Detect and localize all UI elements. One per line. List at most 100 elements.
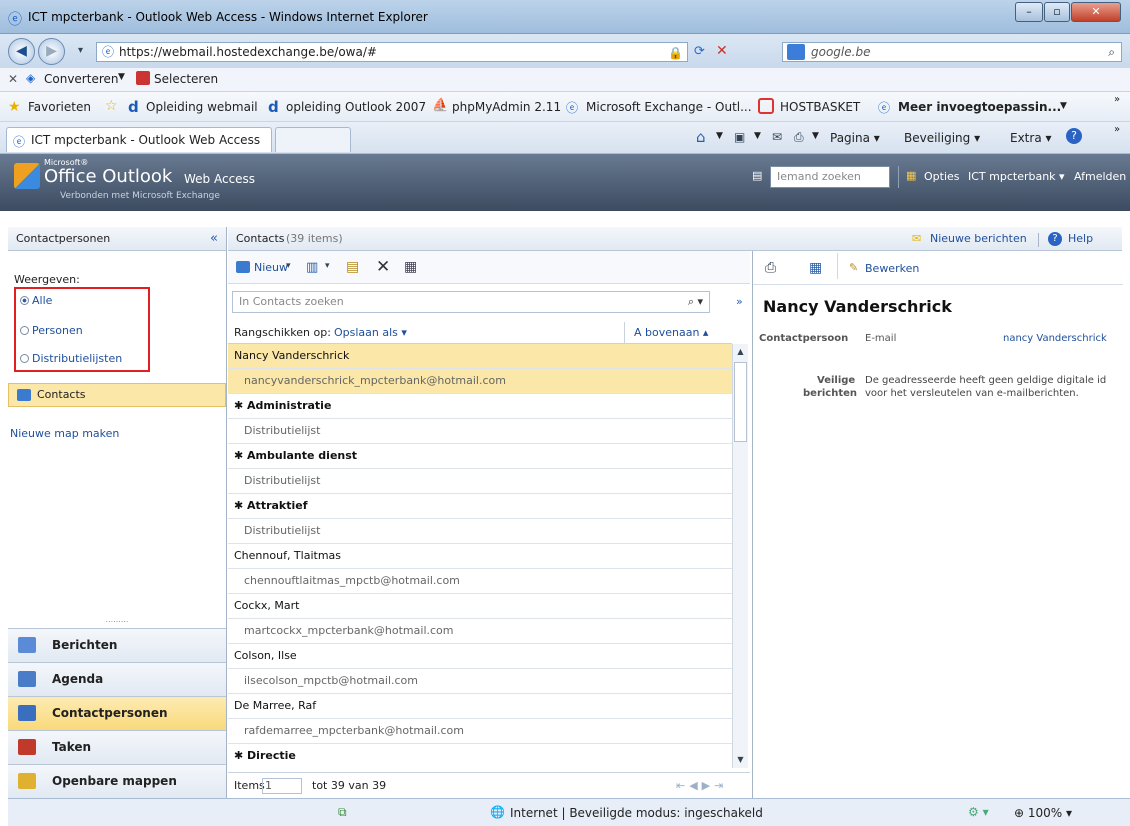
view-option-persons[interactable]: Personen <box>20 324 83 337</box>
new-tab-button[interactable] <box>275 127 351 152</box>
contact-detail-row[interactable]: martcockx_mpcterbank@hotmail.com <box>228 619 732 644</box>
find-someone-input[interactable]: Iemand zoeken <box>770 166 890 188</box>
favorite-link-6[interactable]: Meer invoegtoepassin... <box>898 100 1061 114</box>
tab-owa[interactable]: ⓔ ICT mpcterbank - Outlook Web Access <box>6 127 272 152</box>
close-button[interactable]: ✕ <box>1071 2 1121 22</box>
address-input[interactable]: ⓔ https://webmail.hostedexchange.be/owa/… <box>96 42 688 62</box>
close-toolbar-icon[interactable]: ✕ <box>8 72 18 86</box>
folder-contacts[interactable]: Contacts <box>8 383 226 407</box>
security-menu[interactable]: Beveiliging ▾ <box>904 131 980 145</box>
contact-detail-row[interactable]: Distributielijst <box>228 519 732 544</box>
nav-calendar[interactable]: Agenda <box>8 662 226 696</box>
browser-search-input[interactable]: google.be ⌕ <box>782 42 1122 62</box>
distribution-list-row[interactable]: ✱ Ambulante dienst <box>228 444 732 469</box>
favorite-link-4[interactable]: Microsoft Exchange - Outl... <box>586 100 752 114</box>
contacts-search-input[interactable]: In Contacts zoeken ⌕ ▾ <box>232 291 710 313</box>
contact-row[interactable]: Colson, Ilse <box>228 644 732 669</box>
back-button[interactable]: ◀ <box>8 38 35 65</box>
stop-icon[interactable]: ✕ <box>716 43 728 59</box>
contact-detail-row[interactable]: chennouftlaitmas_mpctb@hotmail.com <box>228 569 732 594</box>
lock-icon[interactable]: 🔒 <box>668 44 683 62</box>
signout-link[interactable]: Afmelden <box>1074 170 1126 183</box>
distribution-list-row[interactable]: ✱ Administratie <box>228 394 732 419</box>
contact-detail-row[interactable]: rafdemarree_mpcterbank@hotmail.com <box>228 719 732 744</box>
minimize-button[interactable]: – <box>1015 2 1043 22</box>
view-option-distlists[interactable]: Distributielijsten <box>20 352 122 365</box>
contact-row[interactable]: Chennouf, Tlaitmas <box>228 544 732 569</box>
feeds-icon[interactable]: ▣ <box>734 130 745 144</box>
page-menu[interactable]: Pagina ▾ <box>830 131 880 145</box>
list-scrollbar[interactable]: ▲ ▼ <box>732 344 748 768</box>
favorite-link-3[interactable]: phpMyAdmin 2.11 <box>452 100 561 114</box>
collapse-pane-icon[interactable]: « <box>210 227 218 251</box>
refresh-icon[interactable]: ⟳ <box>694 44 705 59</box>
help-link[interactable]: Help <box>1068 227 1093 251</box>
pager-nav-icons[interactable]: ⇤◀▶⇥ <box>676 773 727 799</box>
convert-button[interactable]: Converteren <box>44 72 119 86</box>
favorite-link-2[interactable]: opleiding Outlook 2007 <box>286 100 426 114</box>
nav-tasks[interactable]: Taken <box>8 730 226 764</box>
more-chevron-icon[interactable]: » <box>1114 124 1120 135</box>
forward-button[interactable]: ▶ <box>38 38 65 65</box>
search-icon[interactable]: ⌕ ▾ <box>688 292 703 312</box>
new-messages-link[interactable]: Nieuwe berichten <box>930 227 1027 251</box>
contact-detail-row[interactable]: Distributielijst <box>228 419 732 444</box>
contact-detail-row[interactable]: Distributielijst <box>228 469 732 494</box>
scroll-thumb[interactable] <box>734 362 747 442</box>
address-book-icon[interactable]: ▦ <box>404 259 417 275</box>
contact-row[interactable]: Nancy Vanderschrick <box>228 344 732 369</box>
protected-mode-icon[interactable]: ⚙ ▾ <box>968 805 989 819</box>
scroll-down-icon[interactable]: ▼ <box>733 752 748 768</box>
feeds-dropdown-icon[interactable]: ▼ <box>754 131 761 141</box>
favorite-link-1[interactable]: Opleiding webmail <box>146 100 258 114</box>
sort-field-dropdown[interactable]: Opslaan als ▾ <box>334 322 407 344</box>
contact-detail-row[interactable]: nancyvanderschrick_mpcterbank@hotmail.co… <box>228 369 732 394</box>
calendar-icon[interactable]: ▦ <box>809 260 822 276</box>
help-icon[interactable]: ? <box>1066 128 1082 144</box>
view-option-all[interactable]: Alle <box>20 294 52 307</box>
extra-menu[interactable]: Extra ▾ <box>1010 131 1052 145</box>
history-dropdown-icon[interactable]: ▾ <box>78 45 83 56</box>
contact-row[interactable]: Cockx, Mart <box>228 594 732 619</box>
delete-icon[interactable]: ✕ <box>376 257 390 277</box>
sort-order-toggle[interactable]: A bovenaan ▴ <box>634 322 708 344</box>
address-book-icon[interactable]: ▤ <box>752 169 762 182</box>
layout-dropdown-icon[interactable]: ▾ <box>325 261 330 271</box>
new-folder-link[interactable]: Nieuwe map maken <box>10 427 119 440</box>
add-favorite-icon[interactable]: ☆ <box>105 98 118 114</box>
maximize-button[interactable]: ▫ <box>1044 2 1070 22</box>
search-icon[interactable]: ⌕ <box>1108 43 1115 61</box>
security-zone[interactable]: Internet | Beveiligde modus: ingeschakel… <box>510 806 763 820</box>
favorites-button[interactable]: Favorieten <box>28 100 91 114</box>
view-layout-icon[interactable]: ▥ <box>306 260 318 275</box>
splitter-handle[interactable]: ......... <box>8 615 226 627</box>
nav-public-folders[interactable]: Openbare mappen <box>8 764 226 798</box>
options-link[interactable]: Opties <box>924 170 960 183</box>
favorite-dropdown-icon[interactable]: ▼ <box>1060 101 1067 111</box>
mail-icon[interactable]: ✉ <box>772 130 782 144</box>
nav-contacts[interactable]: Contactpersonen <box>8 696 226 730</box>
email-link[interactable]: nancy Vanderschrick <box>1003 333 1107 344</box>
page-input[interactable]: 1 <box>262 778 302 794</box>
home-dropdown-icon[interactable]: ▼ <box>716 131 723 141</box>
expand-search-icon[interactable]: » <box>736 295 743 308</box>
print-icon[interactable]: ⎙ <box>765 260 776 276</box>
contact-detail-row[interactable]: ilsecolson_mpctb@hotmail.com <box>228 669 732 694</box>
new-button[interactable]: Nieuw <box>254 261 288 274</box>
contact-row[interactable]: De Marree, Raf <box>228 694 732 719</box>
print-dropdown-icon[interactable]: ▼ <box>812 131 819 141</box>
popup-icon[interactable]: ⧉ <box>338 805 347 820</box>
user-menu[interactable]: ICT mpcterbank ▾ <box>968 170 1065 183</box>
zoom-control[interactable]: ⊕ 100% ▾ <box>1014 806 1072 820</box>
more-chevron-icon[interactable]: » <box>1114 94 1120 105</box>
home-icon[interactable]: ⌂ <box>696 128 706 146</box>
select-button[interactable]: Selecteren <box>154 72 218 86</box>
convert-dropdown-icon[interactable]: ▼ <box>118 72 125 82</box>
new-dropdown-icon[interactable]: ▾ <box>286 261 291 271</box>
favorite-link-5[interactable]: HOSTBASKET <box>780 100 860 114</box>
scroll-up-icon[interactable]: ▲ <box>733 344 748 360</box>
edit-button[interactable]: Bewerken <box>865 262 919 275</box>
print-icon[interactable]: ⎙ <box>794 130 804 145</box>
distribution-list-row[interactable]: ✱ Attraktief <box>228 494 732 519</box>
distribution-list-row[interactable]: ✱ Directie <box>228 744 732 768</box>
